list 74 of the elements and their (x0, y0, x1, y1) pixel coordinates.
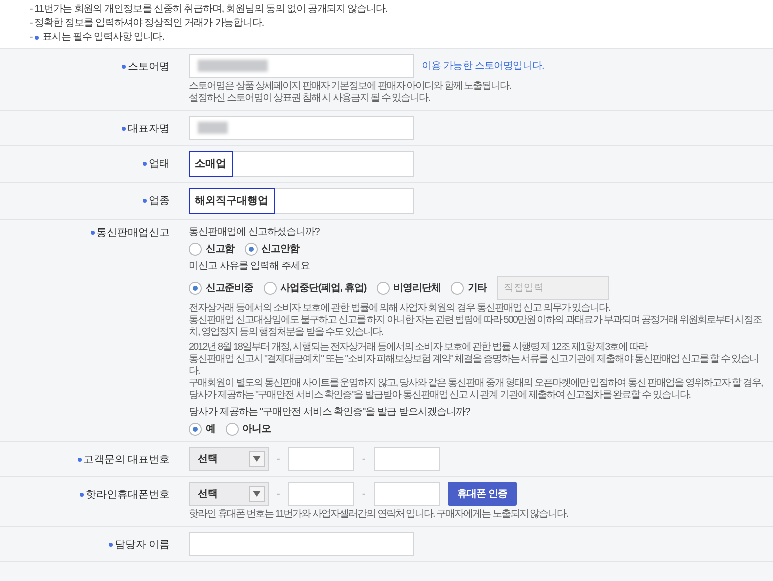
blurred-text-block (198, 60, 268, 72)
bullet-dash: - (30, 31, 33, 44)
required-dot-icon (143, 162, 147, 166)
separator-text: - (277, 454, 280, 464)
field-label: 업종 (149, 194, 170, 208)
radio-button[interactable] (244, 242, 258, 256)
radio-option[interactable]: 비영리단체 (376, 281, 442, 295)
area-code-select[interactable]: 선택 (189, 482, 269, 506)
field-label: 핫라인휴대폰번호 (86, 488, 170, 502)
radio-button[interactable] (226, 422, 238, 436)
bullet-dash: - (30, 17, 33, 30)
text-input[interactable] (189, 532, 414, 556)
bullet-dash: - (30, 3, 33, 16)
radio-button[interactable] (376, 282, 390, 294)
phone-verify-button[interactable]: 휴대폰 인증 (448, 482, 518, 506)
field-label: 담당자 이름 (115, 538, 170, 552)
number-input[interactable] (374, 482, 440, 506)
text-input[interactable]: 소매업 (189, 151, 414, 177)
required-dot-icon (122, 65, 126, 69)
separator-text: - (362, 454, 366, 464)
number-input[interactable] (288, 482, 354, 506)
notice-text: 정확한 정보를 입력하셔야 정상적인 거래가 가능합니다. (34, 17, 264, 30)
help-text: 당사가 제공하는 "구매안전 서비스 확인증"을 발급받아 통신판매업 신고 시 관계 기관에 제출하여 신고절차를 완료할 수 있습니다. (189, 390, 692, 402)
help-text: 전자상거래 등에서의 소비자 보호에 관한 법률에 의해 사업자 회원의 경우 통신판매업 신고 의무가 있습니다. (189, 303, 611, 315)
separator-text: - (362, 488, 366, 500)
field-label: 고객문의 대표번호 (84, 453, 170, 467)
help-text: 통신판매업 신고대상임에도 불구하고 신고를 하지 아니한 자는 관련 법령에 따라 500만원 이하의 과태료가 부과되며 공정거래 위원회로부터 시정조치, 영업정지 등의 행정처분을 받을 수도 있습니다. (189, 315, 764, 339)
text-input[interactable] (189, 116, 414, 140)
radio-option[interactable]: 아니오 (226, 422, 271, 436)
area-code-select[interactable]: 선택 (189, 447, 269, 471)
help-text: 설정하신 스토어명이 상표권 침해 시 사용금지 될 수 있습니다. (189, 93, 432, 105)
radio-option[interactable]: 신고함 (189, 242, 234, 256)
selected-tag: 해외직구대행업 (189, 188, 274, 214)
radio-option[interactable]: 예 (189, 422, 216, 436)
notice-text: 표시는 필수 입력사항 입니다. (42, 31, 164, 44)
required-dot-icon (78, 458, 82, 462)
required-dot-icon (143, 199, 147, 203)
question-text: 통신판매업에 신고하셨습니까? (189, 226, 321, 239)
radio-option[interactable]: 신고안함 (244, 242, 300, 256)
question-text: 당사가 제공하는 "구매안전 서비스 확인증"을 발급 받으시겠습니까? (189, 406, 472, 419)
text-input[interactable] (189, 54, 414, 78)
field-label: 스토어명 (128, 60, 170, 74)
help-text: 구매회원이 별도의 통신판매 사이트를 운영하지 않고, 당사와 같은 통신판매 중개 형태의 오픈마켓에만 입점하여 통신 판매업을 영위하고자 할 경우, (189, 378, 764, 390)
text-input[interactable]: 해외직구대행업 (189, 188, 414, 214)
help-text: 스토어명은 상품 상세페이지 판매자 기본정보에 판매자 아이디와 함께 노출됩니다. (189, 81, 512, 93)
radio-option[interactable]: 사업중단(폐업, 휴업) (264, 281, 367, 295)
required-dot-icon (122, 127, 126, 131)
selected-tag: 소매업 (189, 151, 232, 177)
required-dot-icon (90, 231, 94, 235)
field-label: 업태 (149, 157, 170, 171)
required-dot-icon (109, 543, 114, 547)
notice-text: 11번가는 회원의 개인정보를 신중히 취급하며, 회원님의 동의 없이 공개되지 않습니다. (34, 3, 388, 16)
caret-icon (249, 451, 265, 467)
radio-button[interactable] (189, 282, 202, 294)
number-input[interactable] (288, 447, 354, 471)
help-text: 통신판매업 신고시 "결제대금예치" 또는 "소비자 피해보상보험 계약" 체결을 증명하는 서류를 신고기관에 제출해야 통신판매업 신고를 할 수 있습니다. (189, 354, 760, 378)
field-label: 통신판매업신고 (96, 226, 170, 240)
radio-button[interactable] (451, 282, 464, 294)
radio-button[interactable] (189, 242, 202, 256)
blurred-text-block (198, 122, 228, 134)
field-label: 대표자명 (128, 122, 170, 136)
radio-option[interactable]: 기타 (451, 281, 488, 295)
caret-icon (249, 486, 265, 502)
radio-option[interactable]: 신고준비중 (189, 281, 254, 295)
radio-button[interactable] (264, 282, 276, 294)
radio-button[interactable] (189, 422, 202, 436)
help-text: 핫라인 휴대폰 번호는 11번가와 사업자셀러간의 연락처 입니다. 구매자에게는 노출되지 않습니다. (189, 509, 569, 521)
question-text: 미신고 사유를 입력해 주세요 (189, 260, 311, 273)
help-text: 2012년 8월 18일부터 개정, 시행되는 전자상거래 등에서의 소비자 보호에 관한 법률 시행령 제 12조 제1항 제3호에 따라 (189, 342, 649, 354)
required-dot-icon (34, 36, 39, 40)
availability-message: 이용 가능한 스토어명입니다. (422, 60, 544, 73)
required-dot-icon (80, 493, 84, 497)
number-input[interactable] (374, 447, 440, 471)
separator-text: - (277, 488, 280, 500)
